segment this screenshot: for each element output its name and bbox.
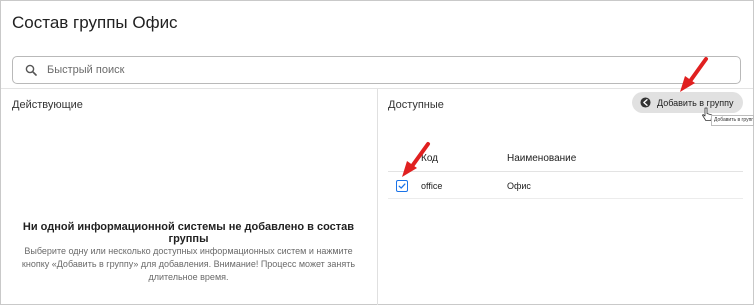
available-panel-title: Доступные <box>388 99 444 111</box>
empty-state-description: Выберите одну или несколько доступных ин… <box>21 246 356 282</box>
table-cell-code: office <box>421 181 443 191</box>
search-input[interactable] <box>47 64 740 76</box>
add-to-group-label: Добавить в группу <box>657 97 734 108</box>
column-header-name[interactable]: Наименование <box>507 153 576 164</box>
search-box[interactable] <box>12 56 741 84</box>
annotation-arrow-checkbox <box>402 142 430 177</box>
table-header-divider <box>388 171 743 172</box>
arrow-left-circle-icon <box>640 97 651 108</box>
table-cell-name: Офис <box>507 181 531 191</box>
annotation-arrow-button <box>680 57 708 92</box>
table-row-divider <box>388 198 743 199</box>
page-title: Состав группы Офис <box>12 13 178 32</box>
panel-divider <box>377 89 378 305</box>
check-icon <box>398 183 406 189</box>
row-checkbox[interactable] <box>396 180 408 192</box>
search-icon <box>25 64 37 76</box>
active-panel-title: Действующие <box>12 99 83 111</box>
empty-state-title: Ни одной информационной системы не добав… <box>22 221 355 245</box>
add-to-group-tooltip: Добавить в группу <box>711 115 754 126</box>
